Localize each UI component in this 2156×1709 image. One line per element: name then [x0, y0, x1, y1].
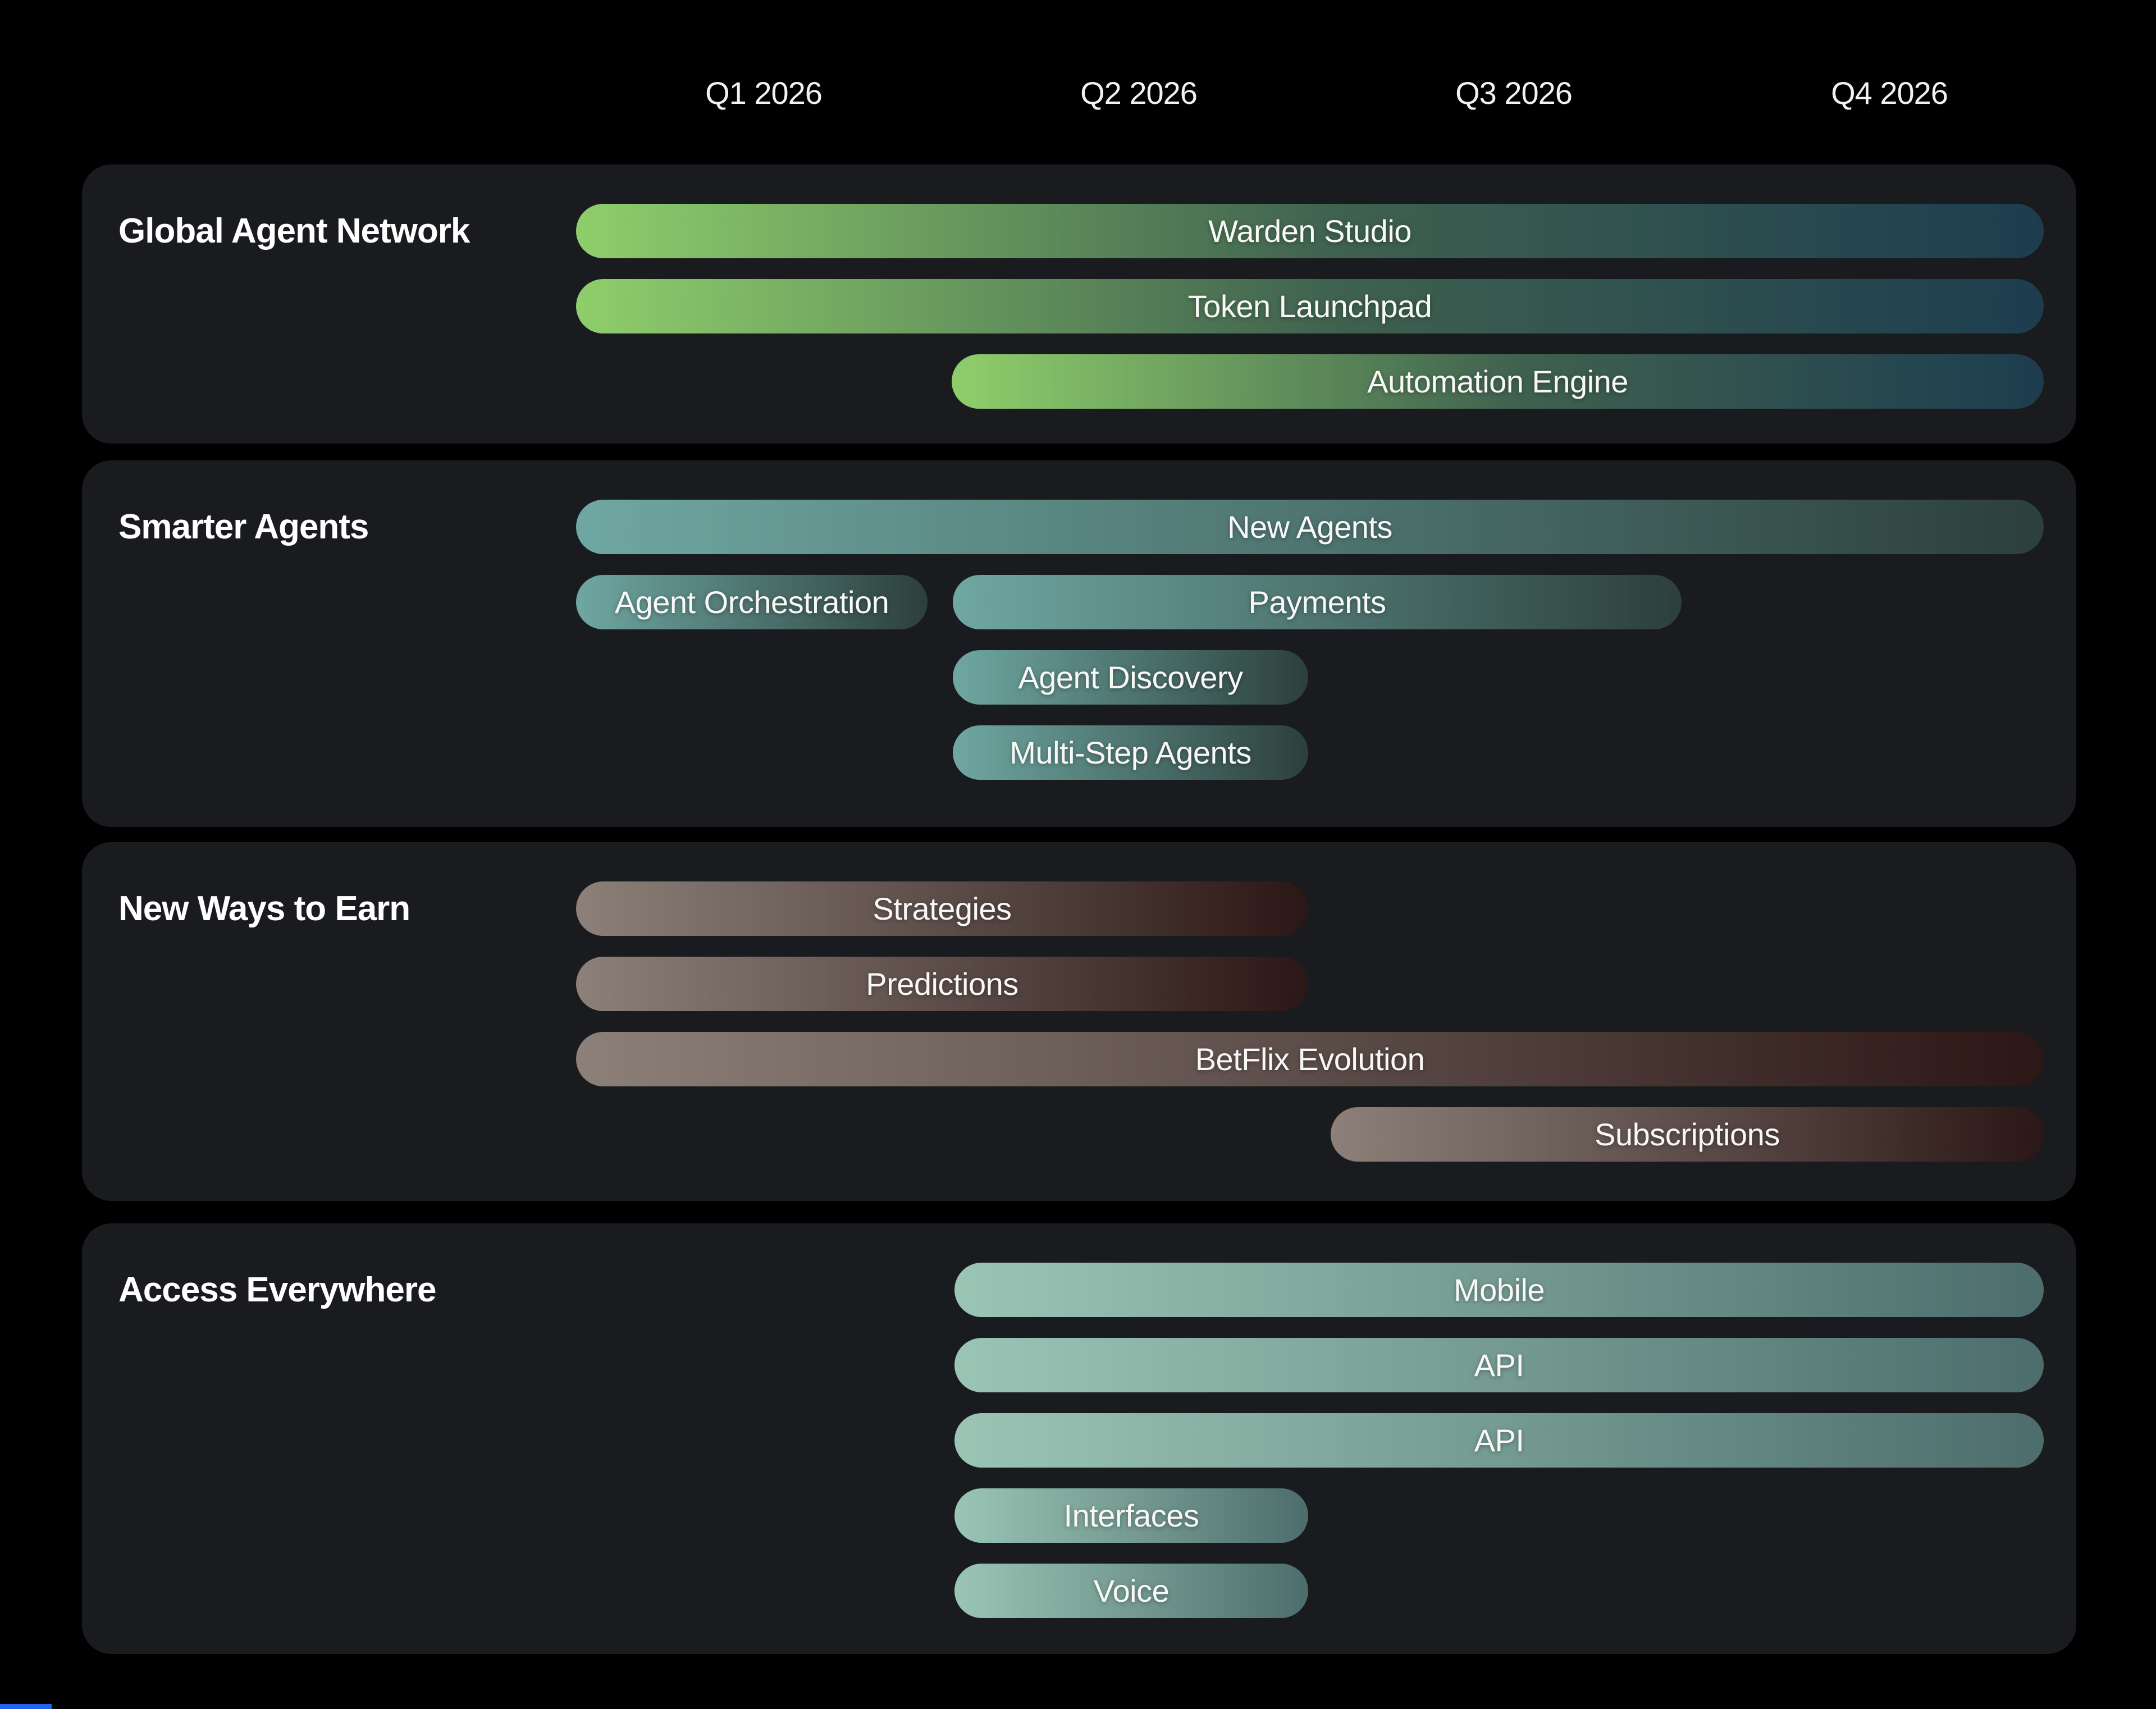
bar-label: API [1474, 1422, 1524, 1459]
bar-label: Subscriptions [1595, 1116, 1780, 1153]
bottom-edge-blue-artifact [0, 1704, 52, 1709]
quarter-label-4: Q4 2026 [1831, 76, 1948, 110]
roadmap-bar-mobile: Mobile [954, 1263, 2044, 1317]
roadmap-page: Q1 2026 Q2 2026 Q3 2026 Q4 2026 Global Agen… [0, 0, 2156, 1709]
section-title: Global Agent Network [118, 204, 469, 258]
bar-label: Multi-Step Agents [1010, 734, 1251, 771]
roadmap-bar-predictions: Predictions [576, 957, 1308, 1011]
roadmap-bar-automation-engine: Automation Engine [952, 354, 2044, 409]
roadmap-bar-agent-discovery: Agent Discovery [953, 650, 1308, 705]
bar-label: Strategies [873, 890, 1011, 927]
roadmap-bar-token-launchpad: Token Launchpad [576, 279, 2044, 333]
section-title: Smarter Agents [118, 500, 368, 554]
roadmap-bar-multi-step-agents: Multi-Step Agents [953, 725, 1308, 780]
quarter-label-2: Q2 2026 [1080, 76, 1197, 110]
roadmap-bar-voice: Voice [954, 1564, 1308, 1618]
section-title: Access Everywhere [118, 1263, 436, 1317]
bar-label: Interfaces [1064, 1497, 1199, 1534]
section-card-access-everywhere: Access Everywhere Mobile API API Interfaces V… [82, 1223, 2076, 1654]
roadmap-bar-strategies: Strategies [576, 881, 1308, 936]
section-card-smarter-agents: Smarter Agents New Agents Agent Orchestrat… [82, 460, 2076, 827]
roadmap-bar-agent-orchestration: Agent Orchestration [576, 575, 928, 629]
roadmap-bar-api: API [954, 1413, 2044, 1468]
bar-label: Token Launchpad [1188, 288, 1432, 325]
quarter-label-3: Q3 2026 [1455, 76, 1572, 110]
bar-label: API [1474, 1347, 1524, 1383]
bar-label: New Agents [1227, 509, 1392, 545]
roadmap-bar-api: API [954, 1338, 2044, 1392]
bar-label: Predictions [866, 966, 1018, 1002]
roadmap-bar-subscriptions: Subscriptions [1331, 1107, 2044, 1162]
roadmap-bar-new-agents: New Agents [576, 500, 2044, 554]
bar-label: Automation Engine [1367, 363, 1628, 400]
section-card-global-agent-network: Global Agent Network Warden Studio Token L… [82, 164, 2076, 444]
bar-label: BetFlix Evolution [1195, 1041, 1425, 1077]
roadmap-bar-payments: Payments [953, 575, 1682, 629]
bar-label: Voice [1094, 1573, 1170, 1609]
section-card-new-ways-to-earn: New Ways to Earn Strategies Predictions Bet… [82, 842, 2076, 1201]
roadmap-bar-betflix-evolution: BetFlix Evolution [576, 1032, 2044, 1086]
bar-label: Agent Orchestration [615, 584, 889, 620]
bar-label: Payments [1249, 584, 1386, 620]
bar-label: Mobile [1454, 1272, 1545, 1308]
roadmap-bar-interfaces: Interfaces [954, 1488, 1308, 1543]
quarter-label-1: Q1 2026 [705, 76, 822, 110]
bar-label: Warden Studio [1208, 213, 1412, 249]
bar-label: Agent Discovery [1018, 659, 1243, 696]
section-title: New Ways to Earn [118, 881, 410, 936]
roadmap-bar-warden-studio: Warden Studio [576, 204, 2044, 258]
